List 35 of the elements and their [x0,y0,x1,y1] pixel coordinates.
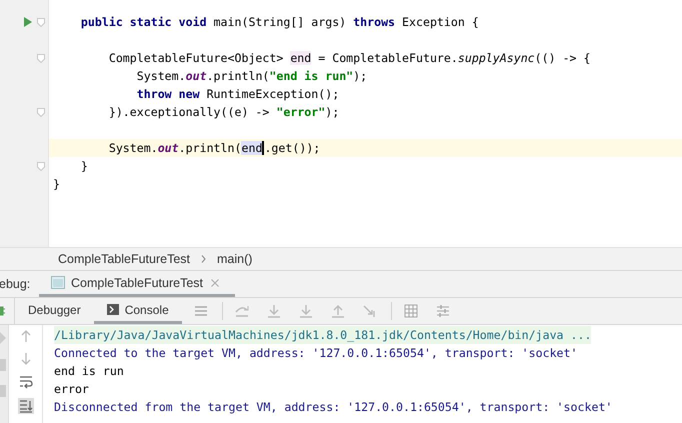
close-icon[interactable] [211,278,220,286]
fold-icon[interactable] [37,54,45,62]
console-icon [106,304,119,315]
console-line: Connected to the target VM, address: '127.0.0.1:65054', transport: 'socket' [54,345,579,362]
scroll-end-icon[interactable] [18,399,32,413]
settings-icon[interactable] [436,304,450,318]
window-icon [51,276,65,289]
step-into-icon[interactable] [266,304,281,318]
code-line: CompletableFuture<Object> end = CompletableFuture.supplyAsync(() -> { [108,51,590,65]
code-line: public static void main(String[] args) throws Exception { [80,15,479,29]
force-step-into-icon[interactable] [298,304,313,318]
console-line: Disconnected from the target VM, address: '127.0.0.1:65054', transport: 'socket' [54,399,612,416]
console-line: end is run [54,363,125,380]
fold-icon[interactable] [37,108,45,116]
code-line: System.out.println("end is run"); [136,69,368,83]
list-icon[interactable] [194,304,208,318]
code-line: }).exceptionally((e) -> "error"); [108,105,340,119]
step-out-icon[interactable] [330,304,345,318]
code-line: System.out.println(end .get()); [108,141,320,155]
fold-icon[interactable] [37,162,45,170]
chevron-icon [201,255,206,263]
step-over-icon[interactable] [234,304,249,318]
run-icon[interactable] [23,17,32,27]
breadcrumb-item[interactable]: CompleTableFutureTest [58,252,190,266]
soft-wrap-icon[interactable] [18,375,32,389]
calculator-icon[interactable] [404,304,418,318]
code-line: throw new RuntimeException(); [136,87,340,101]
panel-tab[interactable]: Debugger [15,298,94,324]
console-line: error [54,381,90,398]
run-to-cursor-icon[interactable] [362,304,377,318]
code-line: } [53,177,60,191]
code-line: } [80,159,88,173]
down-arrow-icon[interactable] [18,352,32,366]
breadcrumb-item[interactable]: main() [217,252,252,266]
fold-icon[interactable] [37,18,45,26]
